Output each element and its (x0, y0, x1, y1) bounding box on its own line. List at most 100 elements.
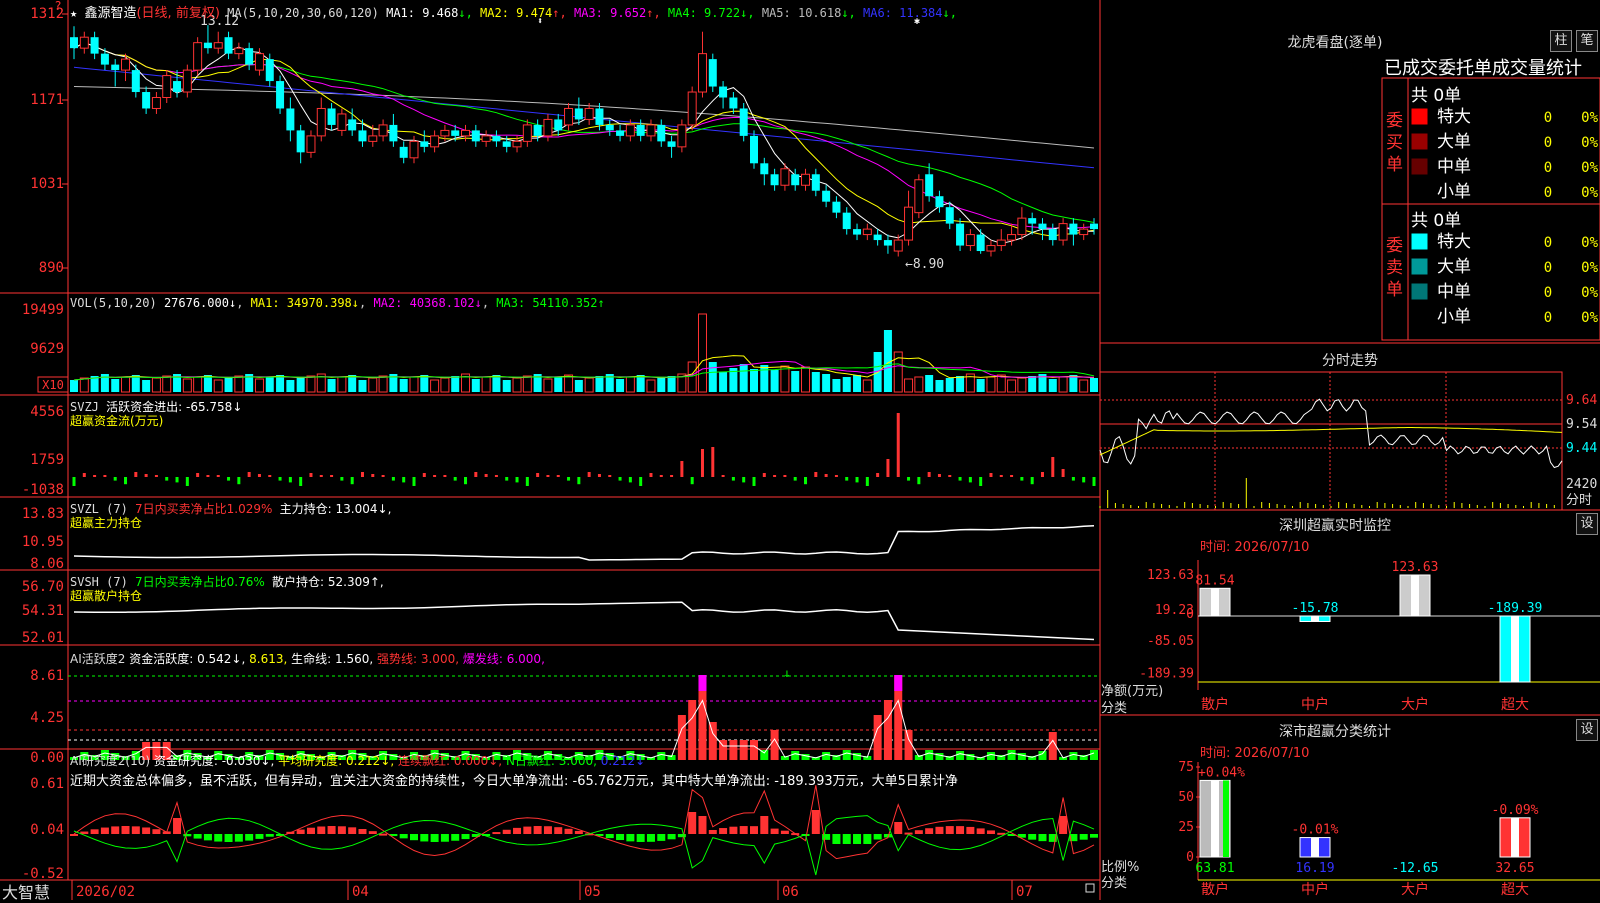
pen-mode-button[interactable]: 笔 (1576, 30, 1598, 52)
svzj-bar (319, 475, 323, 477)
research-bar (183, 834, 192, 837)
candle-down (533, 124, 542, 136)
volume-bar (925, 375, 934, 392)
candle-down (471, 130, 480, 142)
volume-bar (708, 362, 717, 392)
research-bar (780, 830, 789, 834)
candle-down (853, 229, 862, 235)
research-bar (956, 826, 965, 834)
intraday-price-line (1099, 398, 1563, 469)
buy-row-name: 大单 (1437, 132, 1471, 152)
research-bar (543, 826, 552, 834)
ma-arrow-5: ↓, (841, 6, 864, 20)
volume-bar (822, 374, 831, 392)
volume-bar (193, 376, 203, 393)
candle-down (935, 196, 944, 208)
svzj-bar (742, 477, 746, 483)
research-bar (708, 829, 717, 834)
bar-mode-button[interactable]: 柱 (1550, 30, 1572, 52)
svzj-bar (381, 475, 385, 477)
cls-axis-label: 50 (1178, 790, 1194, 805)
research-bar (306, 827, 315, 834)
research-bar (461, 834, 470, 840)
date-label: 07 (1016, 884, 1033, 900)
research-bar (1028, 834, 1037, 840)
candle-down (1038, 223, 1047, 230)
sz-bar-value: -189.39 (1488, 601, 1543, 616)
cls-bar-value: 32.65 (1495, 861, 1534, 876)
sz-axis-label: 0 (1186, 607, 1194, 622)
research-bar (296, 829, 305, 834)
research-bar (234, 834, 243, 842)
ai1-burst: 爆发线: 6.000, (462, 652, 545, 666)
volume-bar (492, 375, 501, 392)
svzj-bar (525, 477, 529, 486)
svzj-bar (783, 475, 787, 477)
svzj-bar (453, 477, 457, 481)
volume-bar (584, 377, 594, 393)
period-label[interactable]: (日线, 前复权) (136, 6, 219, 21)
research-bar (203, 834, 212, 841)
svzj-bar (330, 475, 334, 477)
candle-up (904, 206, 914, 241)
candle-up (254, 53, 264, 71)
volume-bar (636, 375, 645, 392)
svzj-bar (422, 473, 426, 477)
sell-row-count: 0 (1544, 235, 1552, 251)
volume-bar (502, 380, 511, 392)
research-curve-2 (73, 815, 1095, 876)
activity-bar (1007, 750, 1016, 760)
research-bar (1090, 834, 1098, 838)
volume-bar (853, 375, 862, 392)
buy-row-count: 0 (1544, 160, 1552, 176)
research-bar (513, 827, 522, 834)
candle-up (162, 75, 172, 99)
candle-down (70, 37, 78, 49)
candle-up (1017, 217, 1027, 236)
research-bar (986, 830, 995, 834)
volume-bar (657, 378, 666, 392)
candle-up (687, 91, 697, 126)
research-bar (1038, 834, 1047, 842)
stock-name[interactable]: 鑫源智造 (84, 6, 136, 21)
buy-row-name: 特大 (1437, 107, 1471, 127)
sz-settings-button[interactable]: 设 (1576, 513, 1598, 535)
vol-unit: X10 (42, 378, 64, 392)
candle-down (791, 174, 800, 186)
ai1-title: AI活跃度2 (70, 652, 126, 666)
candle-up (801, 173, 811, 186)
volume-bar (770, 370, 779, 392)
svzj-bar (484, 474, 488, 477)
volume-bar (996, 374, 1006, 393)
date-label: 05 (584, 884, 601, 900)
research-bar (729, 826, 738, 834)
candle-up (368, 135, 378, 142)
research-bar (760, 816, 769, 834)
sell-row-swatch (1411, 308, 1428, 325)
candle-up (193, 42, 203, 71)
volume-bar (111, 379, 120, 392)
svzj-bar (1061, 469, 1065, 477)
volume-bar (254, 378, 264, 393)
svzj-bar (206, 475, 210, 477)
svzj-bar (1040, 472, 1044, 477)
sz-category-label: 分类 (1101, 701, 1128, 716)
intraday-axis-label: 9.64 (1566, 393, 1597, 408)
candle-down (420, 141, 429, 147)
candle-up (646, 124, 656, 137)
ai2-title: AI研究度2(10) (70, 754, 151, 768)
research-bar (554, 827, 563, 834)
svzl-line (73, 525, 1095, 561)
candle-down (348, 119, 357, 131)
candle-up (1058, 223, 1068, 241)
activity-bar (925, 750, 934, 760)
candle-down (111, 64, 120, 71)
svzj-bar (773, 475, 777, 477)
cls-settings-button[interactable]: 设 (1576, 719, 1598, 741)
svzj-bar (989, 473, 993, 477)
star-icon[interactable]: ★ (70, 6, 77, 20)
research-bar (173, 818, 182, 834)
svzj-bar (1051, 457, 1055, 477)
svzl-axis-label: 10.95 (22, 534, 64, 550)
candle-down (750, 135, 758, 164)
